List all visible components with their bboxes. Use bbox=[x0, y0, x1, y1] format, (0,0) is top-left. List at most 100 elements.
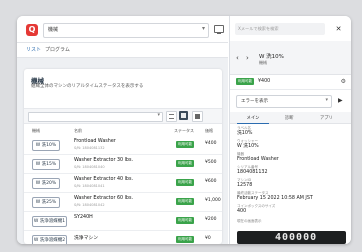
machine-price: ¥400 bbox=[205, 141, 217, 146]
machine-name: Washer Extractor 60 lbs. bbox=[74, 196, 134, 201]
tab-diagnostics[interactable]: 診断 bbox=[285, 115, 294, 121]
machine-name: Frontload Washer bbox=[74, 139, 116, 144]
status-badge: 利用可能 bbox=[176, 236, 194, 243]
field-value: 1804081132 bbox=[237, 169, 268, 175]
monitor-icon[interactable] bbox=[214, 25, 224, 34]
machine-name: Washer Extractor 40 lbs. bbox=[74, 177, 134, 182]
field-washer: ウォッシャー W 洗10% bbox=[237, 139, 259, 150]
status-badge: 利用可能 bbox=[176, 217, 194, 224]
status-badge: 利用可能 bbox=[236, 78, 254, 85]
field-current-display: 現在の画面表示 bbox=[237, 219, 262, 224]
gear-icon[interactable]: ⚙ bbox=[341, 78, 346, 85]
column-header-price[interactable]: 価格 bbox=[205, 128, 213, 134]
field-serial: シリアル番号 1804081132 bbox=[237, 165, 268, 176]
search-input[interactable]: Xメールで検索を検索 bbox=[235, 23, 325, 35]
brand-logo: Q bbox=[26, 24, 38, 36]
top-bar: Q 機械 ▾ bbox=[17, 16, 228, 43]
field-value: 400 bbox=[237, 208, 247, 214]
machine-select[interactable]: 機械 ▾ bbox=[43, 23, 209, 38]
machine-name: 洗浄マシン bbox=[74, 236, 98, 241]
machine-serial: S/N: 1804081132 bbox=[74, 146, 105, 150]
tab-list[interactable]: リスト bbox=[26, 46, 41, 53]
field-equipment: 機器 Frontload Washer bbox=[237, 152, 279, 163]
machine-price: ¥1,000 bbox=[205, 198, 221, 203]
list-view-icon bbox=[169, 114, 174, 119]
machine-tag: W 洗浄溶媒機1 bbox=[32, 216, 67, 227]
machine-name: SY240H bbox=[74, 215, 93, 220]
field-value: Frontload Washer bbox=[237, 156, 279, 162]
machine-price: ¥200 bbox=[205, 217, 217, 222]
machine-serial: S/N: 1804081042 bbox=[74, 203, 105, 207]
field-label-name: ラベル名 洗10% bbox=[237, 126, 252, 137]
machine-tag: W 洗20% bbox=[32, 178, 60, 189]
machine-price: ¥0 bbox=[205, 236, 211, 241]
table-row[interactable]: W 洗浄溶媒機2 洗浄マシン 利用可能 ¥0 bbox=[24, 231, 222, 244]
machine-price: ¥600 bbox=[205, 179, 217, 184]
display-readout-value: 400000 bbox=[275, 232, 318, 243]
field-label: ウォッシャー bbox=[237, 139, 258, 143]
table-row[interactable]: W 洗15% Washer Extractor 30 lbs. S/N: 180… bbox=[24, 155, 222, 174]
display-readout: 400000 bbox=[237, 231, 346, 244]
field-value: 12578 bbox=[237, 182, 253, 188]
tab-programs[interactable]: プログラム bbox=[45, 46, 70, 53]
field-value: February 15 2022 10:58 AM JST bbox=[237, 195, 313, 201]
status-badge: 利用可能 bbox=[176, 160, 194, 167]
close-icon[interactable]: ✕ bbox=[332, 23, 345, 35]
detail-status-line: 利用可能 ¥400 ⚙ bbox=[230, 75, 351, 90]
page-subtitle: 組織全体のマシンのリアルタイムステータスを表示する bbox=[31, 84, 144, 89]
status-badge: 利用可能 bbox=[176, 198, 194, 205]
detail-price: ¥400 bbox=[258, 79, 271, 84]
grid-view-button[interactable] bbox=[179, 111, 188, 120]
play-icon[interactable]: ▶ bbox=[338, 97, 343, 104]
error-select-value: エラーを表示 bbox=[241, 99, 268, 104]
status-badge: 利用可能 bbox=[176, 179, 194, 186]
list-view-button[interactable] bbox=[166, 111, 177, 122]
column-header-status[interactable]: ステータス bbox=[174, 128, 194, 134]
field-value: W 洗10% bbox=[237, 143, 259, 149]
detail-subtitle: 機械 bbox=[259, 60, 267, 65]
field-label: ラベル名 bbox=[237, 126, 251, 130]
filter-select[interactable]: ▾ bbox=[28, 112, 163, 122]
table-header: 機械 名前 ステータス 価格 bbox=[24, 127, 222, 135]
tile-view-icon bbox=[195, 114, 200, 119]
machine-detail-panel: Xメールで検索を検索 ✕ ‹ › W 洗10% 機械 利用可能 ¥400 ⚙ エ… bbox=[229, 16, 351, 244]
error-select[interactable]: エラーを表示 ▾ bbox=[236, 95, 332, 108]
detail-header: ‹ › W 洗10% 機械 bbox=[230, 41, 351, 75]
chevron-down-icon: ▾ bbox=[325, 97, 328, 103]
search-placeholder: Xメールで検索を検索 bbox=[238, 26, 279, 31]
detail-title: W 洗10% bbox=[259, 54, 284, 60]
detail-tabs: メイン 診断 アプリ bbox=[230, 112, 351, 124]
field-machine-id: マシンID 12578 bbox=[237, 178, 252, 189]
status-badge: 利用可能 bbox=[176, 141, 194, 148]
table-row[interactable]: W 洗10% Frontload Washer S/N: 1804081132 … bbox=[24, 136, 222, 155]
field-value: 洗10% bbox=[237, 130, 253, 136]
column-header-name[interactable]: 名前 bbox=[74, 128, 82, 134]
machine-tag: W 洗25% bbox=[32, 197, 60, 208]
chevron-down-icon: ▾ bbox=[157, 112, 160, 118]
machine-list-panel: Q 機械 ▾ リスト プログラム 機械 組織全体のマシンのリアルタイムステータス… bbox=[17, 16, 228, 244]
tile-view-button[interactable] bbox=[192, 111, 203, 122]
tab-main[interactable]: メイン bbox=[237, 115, 269, 124]
field-last-activity: 最終活動ステータス February 15 2022 10:58 AM JST bbox=[237, 191, 313, 202]
chevron-down-icon: ▾ bbox=[201, 25, 205, 32]
field-label: コインボックスのサイズ bbox=[237, 204, 276, 208]
field-label: 現在の画面表示 bbox=[237, 219, 262, 223]
table-row[interactable]: W 洗20% Washer Extractor 40 lbs. S/N: 180… bbox=[24, 174, 222, 193]
column-header-machine[interactable]: 機械 bbox=[32, 128, 40, 134]
machine-tag: W 洗浄溶媒機2 bbox=[32, 235, 67, 244]
table-row[interactable]: W 洗浄溶媒機1 SY240H 利用可能 ¥200 bbox=[24, 212, 222, 231]
machine-tag: W 洗10% bbox=[32, 140, 60, 151]
field-coinbox-size: コインボックスのサイズ 400 bbox=[237, 204, 275, 215]
filter-bar: ▾ bbox=[24, 108, 222, 124]
nav-tabs: リスト プログラム bbox=[17, 43, 228, 58]
chevron-right-icon[interactable]: › bbox=[246, 54, 249, 62]
grid-view-icon bbox=[181, 113, 186, 118]
tab-apps[interactable]: アプリ bbox=[320, 115, 333, 121]
machine-tag: W 洗15% bbox=[32, 159, 60, 170]
machine-serial: S/N: 1804081041 bbox=[74, 184, 105, 188]
machines-card: 機械 組織全体のマシンのリアルタイムステータスを表示する ▾ 機械 名前 ステー… bbox=[24, 69, 222, 244]
app-window: Q 機械 ▾ リスト プログラム 機械 組織全体のマシンのリアルタイムステータス… bbox=[17, 16, 351, 244]
table-row[interactable]: W 洗25% Washer Extractor 60 lbs. S/N: 180… bbox=[24, 193, 222, 212]
chevron-left-icon[interactable]: ‹ bbox=[236, 54, 239, 62]
machine-name: Washer Extractor 30 lbs. bbox=[74, 158, 134, 163]
